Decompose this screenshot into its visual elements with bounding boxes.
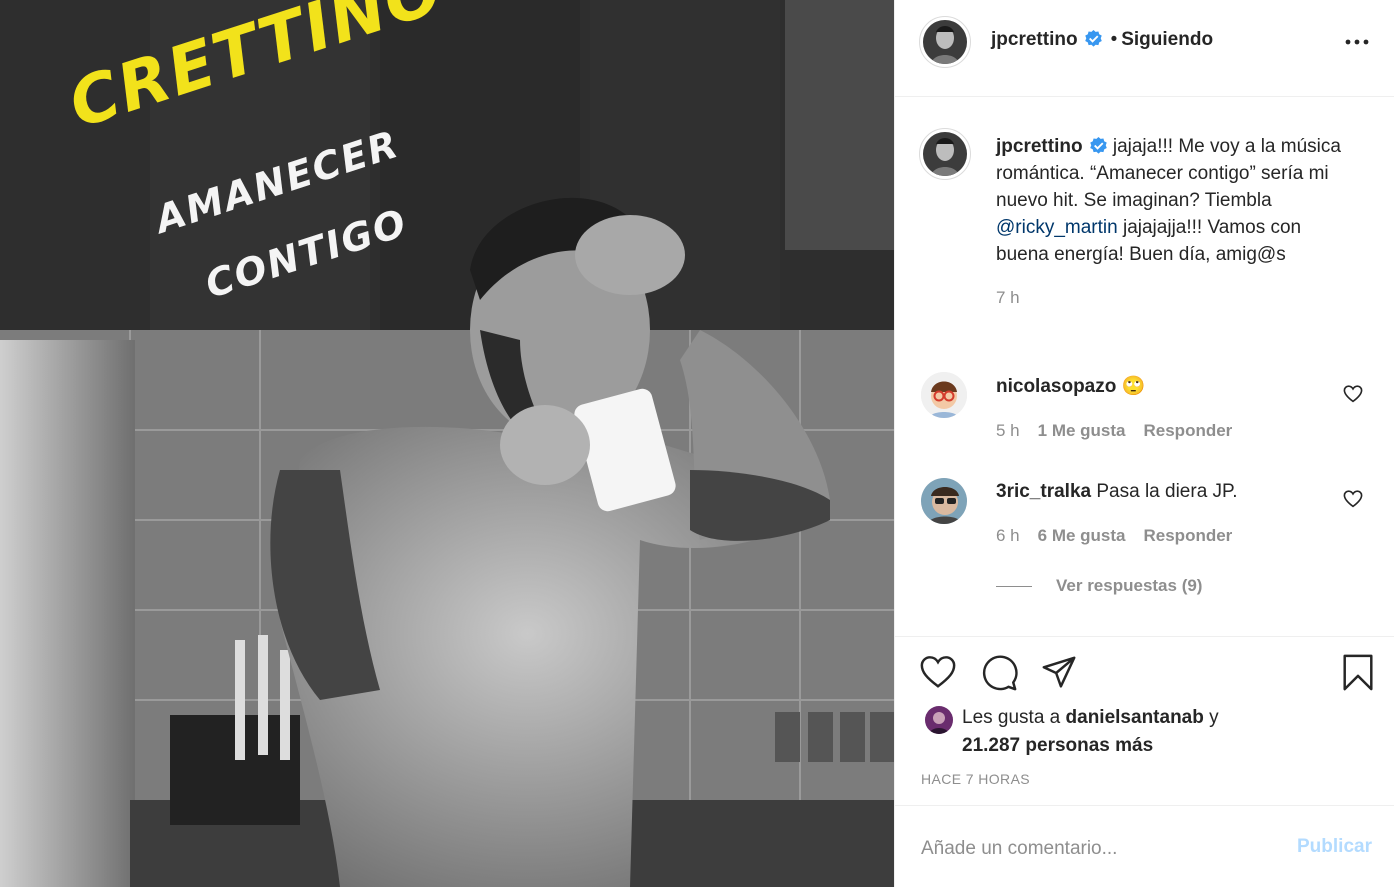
comment-nicolasopazo: nicolasopazo 🙄 (996, 374, 1326, 400)
header-separator: • (1110, 29, 1118, 50)
photo-scene (0, 0, 894, 887)
comment-likes-count[interactable]: 6 Me gusta (1038, 526, 1126, 545)
verified-badge-icon (1089, 136, 1107, 154)
header-divider (895, 96, 1394, 97)
comment-username[interactable]: nicolasopazo (996, 376, 1116, 397)
likes-others-link[interactable]: 21.287 personas más (962, 735, 1153, 756)
comment-time[interactable]: 5 h (996, 421, 1020, 440)
comment-username[interactable]: 3ric_tralka (996, 481, 1091, 502)
comment-text: Pasa la diera JP. (1096, 481, 1238, 502)
caption-time[interactable]: 7 h (996, 284, 1356, 311)
share-paper-plane-icon[interactable] (1040, 654, 1078, 692)
add-comment-divider (895, 805, 1394, 806)
like-heart-icon[interactable] (919, 654, 957, 692)
add-comment-input[interactable] (921, 834, 1281, 864)
view-replies-label: Ver respuestas (9) (1056, 576, 1203, 595)
header-username[interactable]: jpcrettino (991, 29, 1078, 50)
comment-time[interactable]: 6 h (996, 526, 1020, 545)
comment-meta-3ric_tralka: 6 h 6 Me gusta Responder (996, 526, 1232, 546)
header-user-line: jpcrettino • Siguiendo (991, 29, 1213, 51)
comment-reply-button[interactable]: Responder (1144, 526, 1233, 545)
likes-user-link[interactable]: danielsantanab (1066, 707, 1204, 728)
comment-avatar-3ric_tralka[interactable] (921, 478, 967, 524)
comment-bubble-icon[interactable] (980, 654, 1018, 692)
caption-username[interactable]: jpcrettino (996, 136, 1083, 157)
save-bookmark-icon[interactable] (1339, 654, 1377, 692)
caption-mention-link[interactable]: @ricky_martin (996, 217, 1118, 238)
comment-like-heart-icon[interactable] (1343, 385, 1363, 403)
comment-meta-nicolasopazo: 5 h 1 Me gusta Responder (996, 421, 1232, 441)
comment-reply-button[interactable]: Responder (1144, 421, 1233, 440)
post-side-panel: jpcrettino • Siguiendo jpcrettino jajaja!!… (894, 0, 1394, 887)
comment-likes-count[interactable]: 1 Me gusta (1038, 421, 1126, 440)
caption-avatar[interactable] (923, 132, 967, 176)
comment-3ric_tralka: 3ric_tralka Pasa la diera JP. (996, 479, 1326, 505)
view-replies-line (996, 585, 1032, 587)
more-options-icon[interactable] (1343, 30, 1371, 54)
verified-badge-icon (1084, 29, 1102, 47)
likes-joiner: y (1203, 707, 1219, 728)
publish-comment-button[interactable]: Publicar (1297, 836, 1372, 858)
post-timestamp[interactable]: HACE 7 HORAS (921, 771, 1030, 787)
likes-prefix: Les gusta a (962, 707, 1066, 728)
comment-avatar-nicolasopazo[interactable] (921, 372, 967, 418)
likes-summary: Les gusta a danielsantanab y 21.287 pers… (962, 704, 1342, 760)
header-avatar[interactable] (923, 20, 967, 64)
comments-divider (895, 636, 1394, 637)
liker-avatar[interactable] (925, 706, 953, 734)
comment-text: 🙄 (1121, 376, 1146, 397)
post-photo[interactable]: CRETTINO AMANECER CONTIGO (0, 0, 894, 887)
post-caption: jpcrettino jajaja!!! Me voy a la música … (996, 133, 1356, 311)
comment-like-heart-icon[interactable] (1343, 490, 1363, 508)
follow-status-button[interactable]: Siguiendo (1121, 29, 1213, 50)
view-replies-button[interactable]: Ver respuestas (9) (996, 576, 1202, 596)
